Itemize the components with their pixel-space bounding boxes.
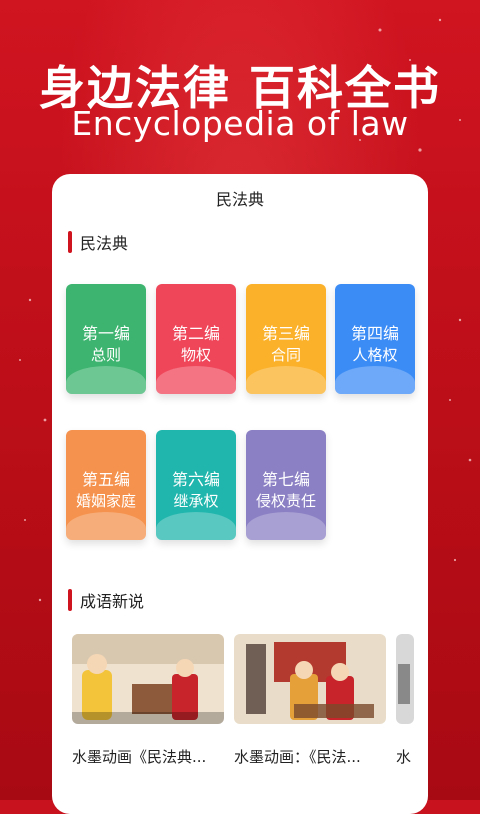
tile-title: 第一编 bbox=[81, 324, 130, 343]
content-card: 民法典 民法典 第一编 总则 第二编 物权 第三编 合同 第四编 人格权 第五编… bbox=[52, 174, 428, 814]
book-icon bbox=[66, 366, 146, 394]
tile-subtitle: 物权 bbox=[180, 346, 211, 364]
section-marker bbox=[68, 589, 72, 611]
tile-book-3[interactable]: 第三编 合同 bbox=[246, 284, 326, 394]
section-civil-code-header: 民法典 bbox=[68, 230, 128, 254]
book-icon bbox=[156, 512, 236, 540]
tile-title: 第七编 bbox=[261, 470, 310, 489]
section-marker bbox=[68, 231, 72, 253]
video-thumbnail-2[interactable] bbox=[234, 634, 386, 724]
section-idioms-label: 成语新说 bbox=[80, 592, 145, 611]
tile-book-7[interactable]: 第七编 侵权责任 bbox=[246, 430, 326, 540]
video-caption-3[interactable]: 水 bbox=[396, 746, 416, 767]
tile-book-4[interactable]: 第四编 人格权 bbox=[335, 284, 415, 394]
video-thumbnail-3[interactable] bbox=[396, 634, 414, 724]
video-caption-2[interactable]: 水墨动画：《民法... bbox=[234, 746, 386, 767]
tile-title: 第二编 bbox=[171, 324, 220, 343]
tile-subtitle: 合同 bbox=[270, 346, 301, 364]
tile-book-2[interactable]: 第二编 物权 bbox=[156, 284, 236, 394]
book-icon bbox=[246, 512, 326, 540]
ink-animation-illustration bbox=[72, 634, 224, 724]
section-civil-code-label: 民法典 bbox=[80, 234, 129, 253]
ink-animation-illustration bbox=[396, 634, 414, 724]
book-icon bbox=[66, 512, 146, 540]
tile-subtitle: 人格权 bbox=[352, 346, 398, 364]
tile-subtitle: 婚姻家庭 bbox=[75, 492, 136, 510]
video-thumbnail-1[interactable] bbox=[72, 634, 224, 724]
tile-subtitle: 继承权 bbox=[173, 492, 219, 510]
tile-book-1[interactable]: 第一编 总则 bbox=[66, 284, 146, 394]
card-title: 民法典 bbox=[215, 190, 264, 209]
book-icon bbox=[246, 366, 326, 394]
book-icon bbox=[156, 366, 236, 394]
video-caption-1[interactable]: 水墨动画《民法典... bbox=[72, 746, 224, 767]
hero-subtitle: Encyclopedia of law bbox=[71, 104, 409, 143]
section-idioms-header: 成语新说 bbox=[68, 588, 144, 612]
tile-title: 第四编 bbox=[350, 324, 399, 343]
book-icon bbox=[335, 366, 415, 394]
tile-title: 第五编 bbox=[81, 470, 130, 489]
tile-title: 第三编 bbox=[261, 324, 310, 343]
tile-subtitle: 侵权责任 bbox=[255, 492, 316, 510]
tile-book-6[interactable]: 第六编 继承权 bbox=[156, 430, 236, 540]
ink-animation-illustration bbox=[234, 634, 386, 724]
tile-subtitle: 总则 bbox=[90, 346, 121, 364]
tile-title: 第六编 bbox=[171, 470, 220, 489]
tile-book-5[interactable]: 第五编 婚姻家庭 bbox=[66, 430, 146, 540]
